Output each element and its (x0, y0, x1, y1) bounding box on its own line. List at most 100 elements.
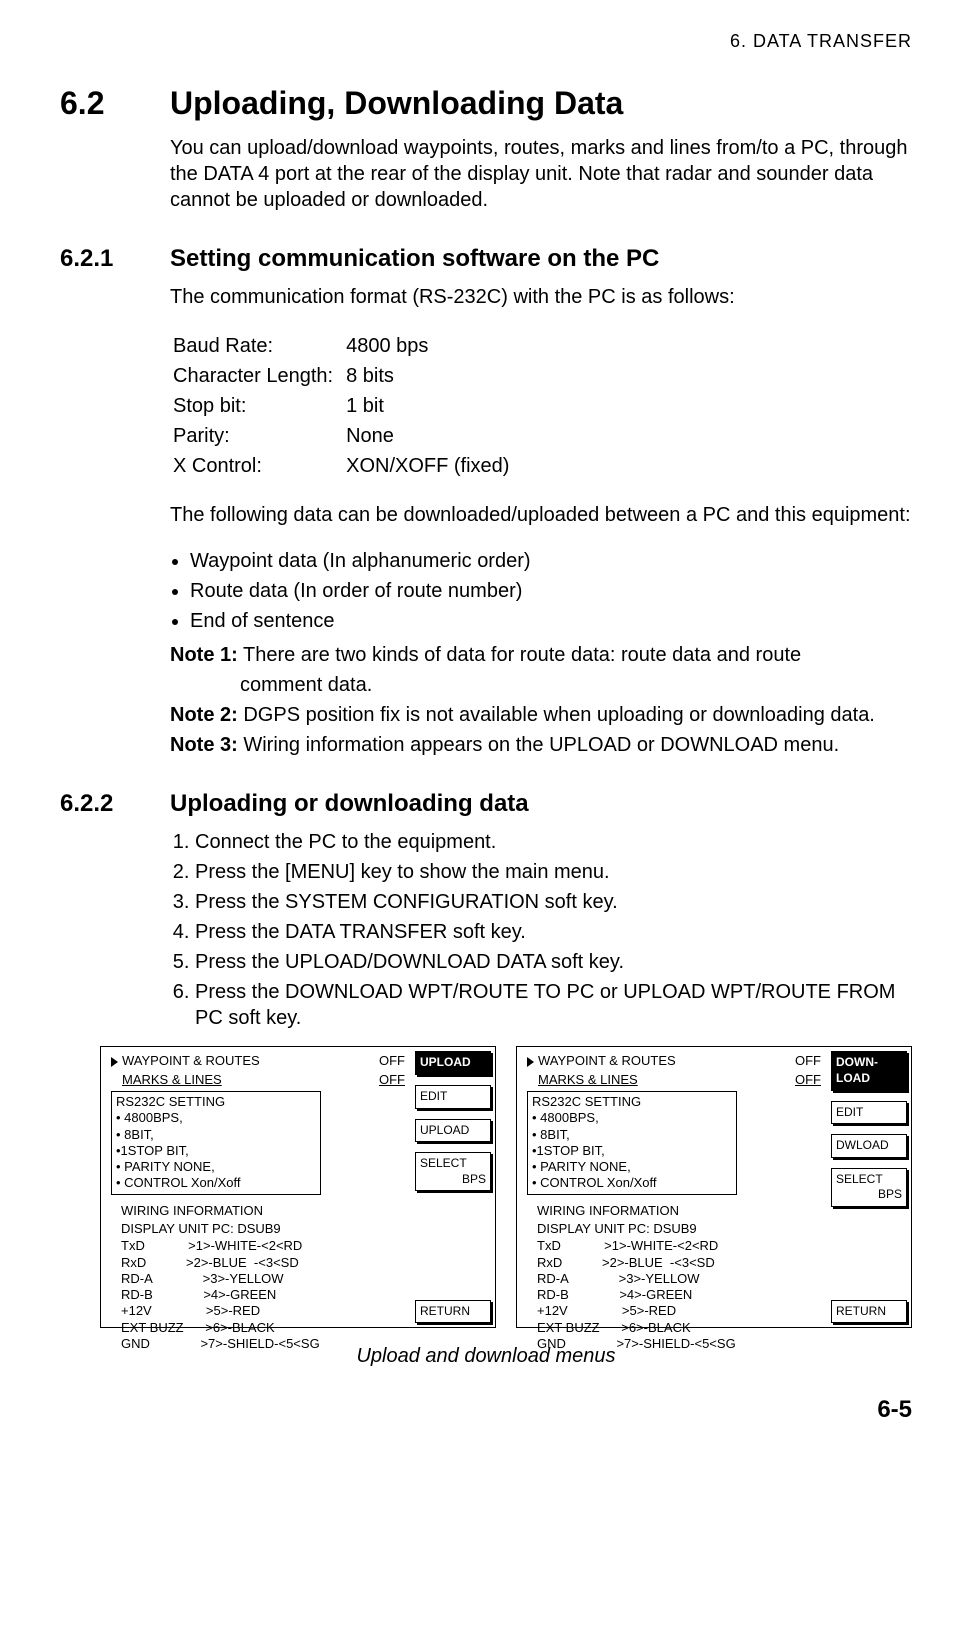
figure-row: WAYPOINT & ROUTES OFF MARKS & LINES OFF … (100, 1046, 912, 1328)
wiring-row: EXT BUZZ >6>-BLACK (537, 1320, 821, 1336)
wiring-row: RD-B >4>-GREEN (121, 1287, 405, 1303)
rs232-item: • CONTROL Xon/Xoff (532, 1175, 732, 1191)
softkey-return[interactable]: RETURN (415, 1300, 491, 1324)
subsection-2-title: Uploading or downloading data (170, 790, 529, 817)
softkey-download-title[interactable]: DOWN- LOAD (831, 1051, 907, 1090)
wiring-subheader: DISPLAY UNIT PC: DSUB9 (121, 1221, 405, 1238)
upload-menu-panel: WAYPOINT & ROUTES OFF MARKS & LINES OFF … (100, 1046, 496, 1328)
note-3-text: Wiring information appears on the UPLOAD… (238, 734, 839, 756)
subsection-1-heading: 6.2.1Setting communication software on t… (60, 243, 912, 274)
menu-row-label: WAYPOINT & ROUTES (538, 1053, 785, 1070)
softkey-label: BPS (420, 1172, 486, 1188)
wiring-row: RD-A >3>-YELLOW (537, 1271, 821, 1287)
menu-row-label: MARKS & LINES (538, 1072, 785, 1089)
notes-block: Note 1: There are two kinds of data for … (170, 642, 912, 758)
menu-row-label: MARKS & LINES (122, 1072, 369, 1089)
rs232-title: RS232C SETTING (116, 1094, 316, 1110)
rs232-item: • CONTROL Xon/Xoff (116, 1175, 316, 1191)
list-item: Route data (In order of route number) (190, 578, 912, 604)
data-list-lead: The following data can be downloaded/upl… (170, 502, 912, 528)
rs232-item: •1STOP BIT, (532, 1143, 732, 1159)
param-label: Baud Rate: (172, 332, 343, 360)
wiring-info: WIRING INFORMATION DISPLAY UNIT PC: DSUB… (537, 1203, 821, 1353)
menu-row-value: OFF (379, 1053, 405, 1070)
subsection-1-number: 6.2.1 (60, 243, 170, 274)
list-item: Press the SYSTEM CONFIGURATION soft key. (195, 889, 912, 915)
triangle-right-icon (527, 1057, 534, 1067)
rs232-item: • 8BIT, (532, 1127, 732, 1143)
wiring-row: EXT BUZZ >6>-BLACK (121, 1320, 405, 1336)
wiring-row: GND >7>-SHIELD-<5<SG (121, 1336, 405, 1352)
softkey-label: SELECT (420, 1156, 467, 1170)
softkey-edit[interactable]: EDIT (831, 1101, 907, 1125)
list-item: Press the DATA TRANSFER soft key. (195, 919, 912, 945)
rs232-title: RS232C SETTING (532, 1094, 732, 1110)
param-value: XON/XOFF (fixed) (345, 452, 510, 480)
download-menu-panel: WAYPOINT & ROUTES OFF MARKS & LINES OFF … (516, 1046, 912, 1328)
param-value: 8 bits (345, 362, 510, 390)
subsection-1-title: Setting communication software on the PC (170, 245, 659, 272)
wiring-row: RD-B >4>-GREEN (537, 1287, 821, 1303)
section-intro: You can upload/download waypoints, route… (170, 135, 912, 213)
wiring-row: TxD >1>-WHITE-<2<RD (537, 1238, 821, 1254)
menu-row-value: OFF (795, 1053, 821, 1070)
list-item: Connect the PC to the equipment. (195, 829, 912, 855)
subsection-2-heading: 6.2.2Uploading or downloading data (60, 788, 912, 819)
note-1-label: Note 1: (170, 644, 238, 666)
note-2-text: DGPS position fix is not available when … (238, 704, 875, 726)
softkey-dwload[interactable]: DWLOAD (831, 1134, 907, 1158)
note-1-text: There are two kinds of data for route da… (238, 644, 801, 666)
rs232-item: •1STOP BIT, (116, 1143, 316, 1159)
list-item: Press the UPLOAD/DOWNLOAD DATA soft key. (195, 949, 912, 975)
wiring-row: GND >7>-SHIELD-<5<SG (537, 1336, 821, 1352)
comm-params-table: Baud Rate:4800 bps Character Length:8 bi… (170, 330, 512, 482)
wiring-header: WIRING INFORMATION (537, 1203, 821, 1220)
rs232-item: • PARITY NONE, (532, 1159, 732, 1175)
triangle-right-icon (111, 1057, 118, 1067)
menu-row-value: OFF (795, 1072, 821, 1089)
rs232-settings-box: RS232C SETTING • 4800BPS, • 8BIT, •1STOP… (111, 1091, 321, 1195)
menu-row-label: WAYPOINT & ROUTES (122, 1053, 369, 1070)
param-label: Stop bit: (172, 392, 343, 420)
wiring-row: +12V >5>-RED (121, 1303, 405, 1319)
menu-row-value: OFF (379, 1072, 405, 1089)
wiring-subheader: DISPLAY UNIT PC: DSUB9 (537, 1221, 821, 1238)
param-label: Character Length: (172, 362, 343, 390)
rs232-item: • 4800BPS, (532, 1110, 732, 1126)
param-label: Parity: (172, 422, 343, 450)
section-title: Uploading, Downloading Data (170, 85, 623, 121)
list-item: Press the DOWNLOAD WPT/ROUTE TO PC or UP… (195, 979, 912, 1031)
list-item: Waypoint data (In alphanumeric order) (190, 548, 912, 574)
note-1-continued: comment data. (240, 672, 912, 698)
softkey-label: BPS (836, 1187, 902, 1203)
wiring-header: WIRING INFORMATION (121, 1203, 405, 1220)
softkey-label: LOAD (836, 1071, 870, 1085)
softkey-upload[interactable]: UPLOAD (415, 1119, 491, 1143)
wiring-row: RxD >2>-BLUE -<3<SD (537, 1255, 821, 1271)
softkey-upload-title[interactable]: UPLOAD (415, 1051, 491, 1075)
subsection-2-number: 6.2.2 (60, 788, 170, 819)
wiring-row: +12V >5>-RED (537, 1303, 821, 1319)
steps-list: Connect the PC to the equipment. Press t… (170, 829, 912, 1031)
rs232-item: • 8BIT, (116, 1127, 316, 1143)
param-label: X Control: (172, 452, 343, 480)
param-value: 1 bit (345, 392, 510, 420)
param-value: 4800 bps (345, 332, 510, 360)
softkey-select-bps[interactable]: SELECT BPS (415, 1152, 491, 1191)
param-value: None (345, 422, 510, 450)
softkey-return[interactable]: RETURN (831, 1300, 907, 1324)
page-number: 6-5 (60, 1394, 912, 1425)
wiring-row: TxD >1>-WHITE-<2<RD (121, 1238, 405, 1254)
softkey-label: DOWN- (836, 1055, 878, 1069)
rs232-item: • PARITY NONE, (116, 1159, 316, 1175)
wiring-row: RxD >2>-BLUE -<3<SD (121, 1255, 405, 1271)
rs232-item: • 4800BPS, (116, 1110, 316, 1126)
data-list: Waypoint data (In alphanumeric order) Ro… (170, 548, 912, 634)
section-heading: 6.2Uploading, Downloading Data (60, 83, 912, 125)
softkey-select-bps[interactable]: SELECT BPS (831, 1168, 907, 1207)
wiring-info: WIRING INFORMATION DISPLAY UNIT PC: DSUB… (121, 1203, 405, 1353)
wiring-row: RD-A >3>-YELLOW (121, 1271, 405, 1287)
rs232-settings-box: RS232C SETTING • 4800BPS, • 8BIT, •1STOP… (527, 1091, 737, 1195)
page-header: 6. DATA TRANSFER (60, 30, 912, 53)
softkey-edit[interactable]: EDIT (415, 1085, 491, 1109)
